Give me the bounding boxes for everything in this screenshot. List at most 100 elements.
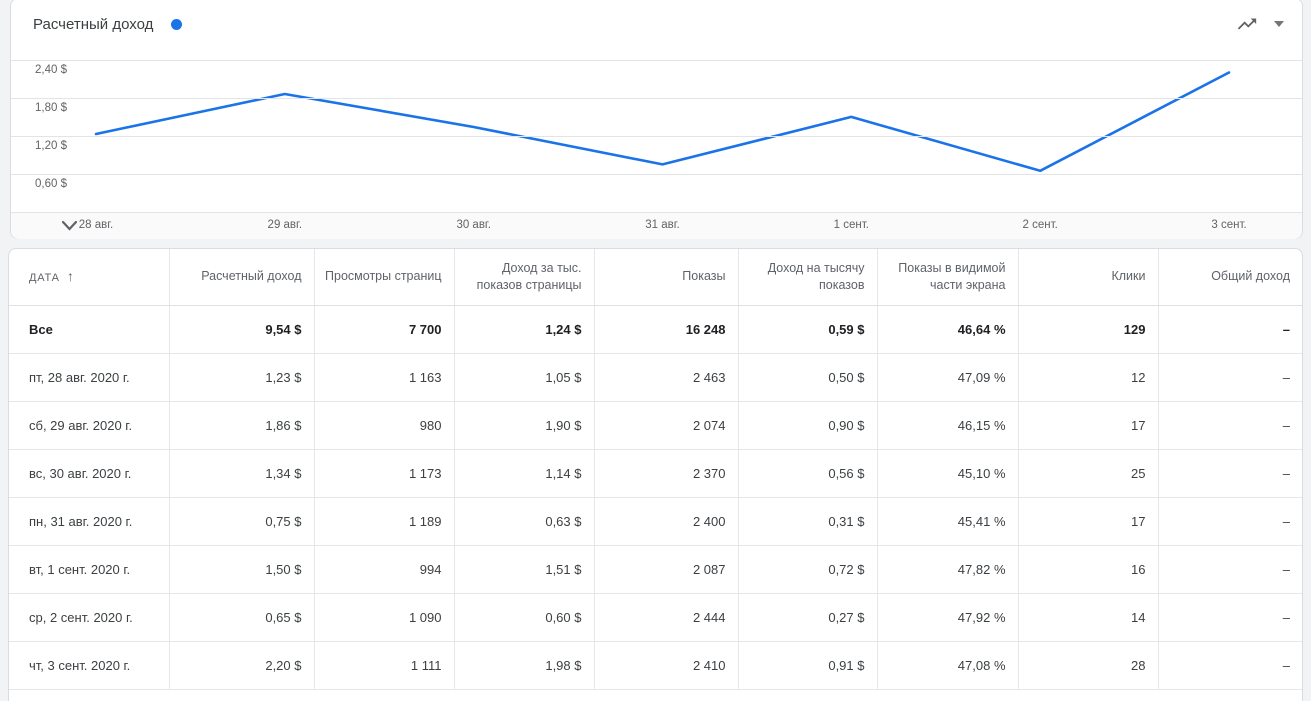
total-row: Все 9,54 $7 700 1,24 $16 248 0,59 $46,64 % 1… bbox=[9, 305, 1302, 354]
value-cell: 2,20 $ bbox=[168, 641, 314, 690]
value-cell: 0,27 $ bbox=[737, 593, 877, 642]
value-cell: 129 bbox=[1017, 305, 1158, 354]
value-cell: – bbox=[1157, 593, 1302, 642]
table-row: пн, 31 авг. 2020 г. 0,75 $1 189 0,63 $2 40… bbox=[9, 497, 1302, 546]
value-cell: – bbox=[1157, 497, 1302, 546]
value-cell: 0,72 $ bbox=[737, 545, 877, 594]
column-header-0[interactable]: ДАТА ↑ bbox=[9, 249, 169, 306]
value-cell: – bbox=[1157, 449, 1302, 498]
value-cell: 0,50 $ bbox=[737, 353, 877, 402]
column-header-5[interactable]: Доход на тысячу показов bbox=[737, 249, 877, 306]
value-cell: 1 111 bbox=[313, 641, 454, 690]
column-header-2[interactable]: Просмотры страниц bbox=[313, 249, 454, 306]
value-cell: 14 bbox=[1017, 593, 1158, 642]
value-cell: – bbox=[1157, 641, 1302, 690]
column-header-1[interactable]: Расчетный доход bbox=[168, 249, 314, 306]
value-cell: 2 370 bbox=[593, 449, 738, 498]
y-axis-tick-label: 2,40 $ bbox=[35, 63, 67, 76]
table-row: пт, 28 авг. 2020 г. 1,23 $1 163 1,05 $2 46… bbox=[9, 353, 1302, 402]
gridline bbox=[11, 135, 1302, 137]
chart-actions bbox=[1236, 13, 1284, 35]
value-cell: 1,51 $ bbox=[453, 545, 594, 594]
value-cell: 994 bbox=[313, 545, 454, 594]
chart-title: Расчетный доход bbox=[33, 15, 154, 33]
report-table: ДАТА ↑ Расчетный доход Просмотры страниц Дох… bbox=[9, 249, 1302, 701]
value-cell: 12 bbox=[1017, 353, 1158, 402]
date-cell: вс, 30 авг. 2020 г. bbox=[9, 449, 169, 498]
column-header-8[interactable]: Общий доход bbox=[1157, 249, 1302, 306]
table-footer bbox=[9, 689, 1302, 701]
x-axis-tick-label: 31 авг. bbox=[645, 219, 680, 231]
table-row: вт, 1 сент. 2020 г. 1,50 $994 1,51 $2 087 0… bbox=[9, 545, 1302, 594]
value-cell: 1,86 $ bbox=[168, 401, 314, 450]
plot-area: 2,40 $ 1,80 $ 1,20 $ 0,60 $ bbox=[11, 49, 1302, 212]
table-row: чт, 3 сент. 2020 г. 2,20 $1 111 1,98 $2 41… bbox=[9, 641, 1302, 690]
value-cell: 7 700 bbox=[313, 305, 454, 354]
series-legend-dot[interactable] bbox=[171, 18, 183, 30]
y-axis-tick-label: 1,80 $ bbox=[35, 101, 67, 114]
x-axis-tick-label: 28 авг. bbox=[78, 219, 114, 231]
value-cell: 0,91 $ bbox=[737, 641, 877, 690]
value-cell: 1,50 $ bbox=[168, 545, 314, 594]
column-header-6[interactable]: Показы в видимой части экрана bbox=[876, 249, 1018, 306]
column-header-label: Общий доход bbox=[1211, 269, 1290, 284]
value-cell: 25 bbox=[1017, 449, 1158, 498]
value-cell: 17 bbox=[1017, 401, 1158, 450]
value-cell: 28 bbox=[1017, 641, 1158, 690]
value-cell: 47,08 % bbox=[876, 641, 1018, 690]
y-axis-tick-label: 0,60 $ bbox=[35, 177, 67, 190]
value-cell: 17 bbox=[1017, 497, 1158, 546]
column-header-label: Клики bbox=[1111, 269, 1146, 284]
column-header-label: Расчетный доход bbox=[201, 269, 302, 284]
date-cell: Все bbox=[9, 305, 169, 354]
date-cell: ср, 2 сент. 2020 г. bbox=[9, 593, 169, 642]
chart-header: Расчетный доход bbox=[11, 0, 1302, 49]
report-table-card: ДАТА ↑ Расчетный доход Просмотры страниц Дох… bbox=[8, 248, 1303, 701]
value-cell: 46,15 % bbox=[876, 401, 1018, 450]
value-cell: 47,09 % bbox=[876, 353, 1018, 402]
x-axis-tick-label: 29 авг. bbox=[267, 219, 303, 231]
value-cell: 0,59 $ bbox=[737, 305, 877, 354]
y-axis-tick-label: 1,20 $ bbox=[35, 139, 67, 152]
value-cell: 0,63 $ bbox=[453, 497, 594, 546]
date-cell: вт, 1 сент. 2020 г. bbox=[9, 545, 169, 594]
column-header-7[interactable]: Клики bbox=[1017, 249, 1158, 306]
x-axis-tick-label: 30 авг. bbox=[456, 219, 491, 231]
value-cell: 1 189 bbox=[313, 497, 454, 546]
value-cell: 0,90 $ bbox=[737, 401, 877, 450]
value-cell: 1 090 bbox=[313, 593, 454, 642]
column-header-label: Доход за тыс. показов страницы bbox=[476, 260, 582, 292]
value-cell: 0,60 $ bbox=[453, 593, 594, 642]
chevron-down-icon[interactable] bbox=[1274, 21, 1284, 27]
value-cell: 16 bbox=[1017, 545, 1158, 594]
date-cell: пт, 28 авг. 2020 г. bbox=[9, 353, 169, 402]
date-cell: сб, 29 авг. 2020 г. bbox=[9, 401, 169, 450]
value-cell: – bbox=[1157, 545, 1302, 594]
value-cell: 45,10 % bbox=[876, 449, 1018, 498]
value-cell: 1,23 $ bbox=[168, 353, 314, 402]
column-header-4[interactable]: Показы bbox=[593, 249, 738, 306]
value-cell: 16 248 bbox=[593, 305, 738, 354]
value-cell: 2 074 bbox=[593, 401, 738, 450]
value-cell: 9,54 $ bbox=[168, 305, 314, 354]
value-cell: 1,24 $ bbox=[453, 305, 594, 354]
x-axis-tick-label: 1 сент. bbox=[833, 219, 869, 231]
value-cell: 0,56 $ bbox=[737, 449, 877, 498]
table-footer-row bbox=[9, 689, 1302, 701]
x-axis-tick-label: 3 сент. bbox=[1211, 219, 1247, 231]
column-header-3[interactable]: Доход за тыс. показов страницы bbox=[453, 249, 594, 306]
table-row: вс, 30 авг. 2020 г. 1,34 $1 173 1,14 $2 37… bbox=[9, 449, 1302, 498]
value-cell: 2 444 bbox=[593, 593, 738, 642]
value-cell: 0,75 $ bbox=[168, 497, 314, 546]
column-header-label: Показы в видимой части экрана bbox=[898, 260, 1006, 292]
collapse-chart-icon[interactable] bbox=[61, 220, 78, 232]
value-cell: 980 bbox=[313, 401, 454, 450]
value-cell: 47,92 % bbox=[876, 593, 1018, 642]
x-axis-tick-label: 2 сент. bbox=[1022, 219, 1058, 231]
x-axis: 28 авг. 29 авг. 30 авг. 31 авг. 1 сент. 2 сен… bbox=[11, 212, 1302, 239]
value-cell: – bbox=[1157, 305, 1302, 354]
column-header-label: Доход на тысячу показов bbox=[767, 260, 865, 292]
value-cell: 1,05 $ bbox=[453, 353, 594, 402]
chart-type-icon[interactable] bbox=[1236, 13, 1258, 35]
gridline bbox=[11, 97, 1302, 99]
